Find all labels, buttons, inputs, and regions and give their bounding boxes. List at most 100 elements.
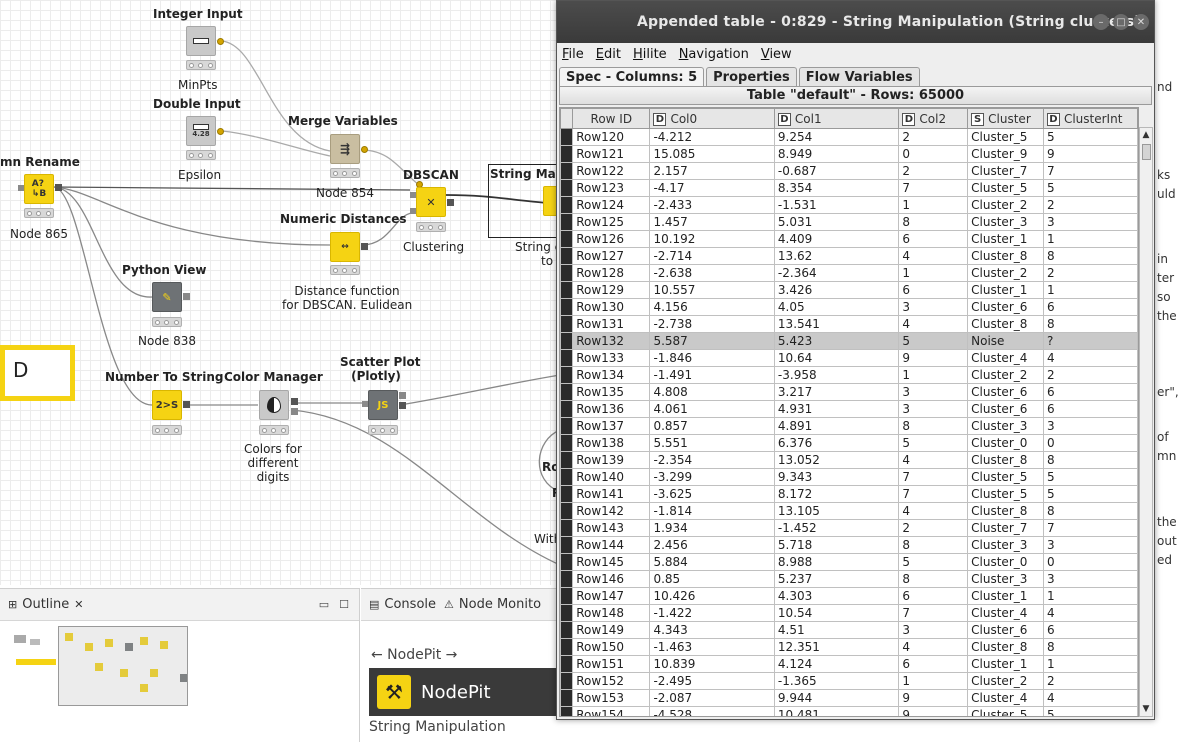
table-cell[interactable]: 4 bbox=[898, 451, 969, 469]
table-row[interactable]: Row129 10.557 3.426 6 Cluster_1 1 bbox=[560, 281, 1138, 299]
table-cell[interactable]: 2.157 bbox=[649, 162, 775, 180]
table-cell[interactable]: 13.62 bbox=[773, 247, 900, 265]
table-cell[interactable]: Cluster_3 bbox=[967, 417, 1044, 435]
table-cell[interactable]: 0 bbox=[1042, 553, 1138, 571]
table-cell[interactable]: 5 bbox=[1042, 128, 1138, 146]
scroll-up-icon[interactable]: ▲ bbox=[1140, 128, 1152, 142]
table-cell[interactable]: 4.124 bbox=[773, 655, 900, 673]
table-row[interactable]: Row128 -2.638 -2.364 1 Cluster_2 2 bbox=[560, 264, 1138, 282]
python-view-node[interactable]: ✎ bbox=[152, 282, 182, 312]
table-cell[interactable]: -1.814 bbox=[649, 502, 775, 520]
table-cell[interactable]: 8 bbox=[898, 417, 969, 435]
table-cell[interactable]: 10.557 bbox=[649, 281, 775, 299]
table-cell[interactable]: -3.299 bbox=[649, 468, 775, 486]
nodepit-navigation[interactable]: ← NodePit → bbox=[371, 647, 457, 663]
table-cell[interactable]: 2 bbox=[1042, 196, 1138, 214]
table-row[interactable]: Row150 -1.463 12.351 4 Cluster_8 8 bbox=[560, 638, 1138, 656]
table-cell[interactable]: 5 bbox=[1042, 179, 1138, 197]
table-row[interactable]: Row154 -4.528 10.481 9 Cluster_5 5 bbox=[560, 706, 1138, 716]
dbscan-node[interactable]: ✕ bbox=[416, 187, 446, 217]
table-cell[interactable]: -2.638 bbox=[649, 264, 775, 282]
table-cell[interactable]: Cluster_6 bbox=[967, 400, 1044, 418]
row-id-cell[interactable]: Row131 bbox=[572, 315, 651, 333]
variable-port[interactable] bbox=[217, 38, 224, 45]
table-cell[interactable]: 4.409 bbox=[773, 230, 900, 248]
table-cell[interactable]: Cluster_0 bbox=[967, 553, 1044, 571]
table-cell[interactable]: Cluster_5 bbox=[967, 179, 1044, 197]
output-port[interactable] bbox=[361, 243, 368, 250]
table-cell[interactable]: 3 bbox=[1042, 570, 1138, 588]
table-cell[interactable]: 9.343 bbox=[773, 468, 900, 486]
maximize-icon[interactable]: □ bbox=[1113, 14, 1129, 30]
table-cell[interactable]: Cluster_4 bbox=[967, 349, 1044, 367]
output-port[interactable] bbox=[399, 392, 406, 399]
table-cell[interactable]: 4 bbox=[1042, 349, 1138, 367]
numeric-distances-node[interactable]: ↔ bbox=[330, 232, 360, 262]
row-id-cell[interactable]: Row124 bbox=[572, 196, 651, 214]
table-cell[interactable]: Cluster_2 bbox=[967, 196, 1044, 214]
number-to-string-node[interactable]: 2>S bbox=[152, 390, 182, 420]
table-cell[interactable]: -4.17 bbox=[649, 179, 775, 197]
row-id-cell[interactable]: Row129 bbox=[572, 281, 651, 299]
table-cell[interactable]: -3.625 bbox=[649, 485, 775, 503]
tab-properties[interactable]: Properties bbox=[706, 67, 797, 87]
table-cell[interactable]: 2.456 bbox=[649, 536, 775, 554]
row-id-cell[interactable]: Row154 bbox=[572, 706, 651, 716]
row-id-cell[interactable]: Row144 bbox=[572, 536, 651, 554]
table-row[interactable]: Row149 4.343 4.51 3 Cluster_6 6 bbox=[560, 621, 1138, 639]
table-cell[interactable]: 8.354 bbox=[773, 179, 900, 197]
table-cell[interactable]: Cluster_1 bbox=[967, 281, 1044, 299]
row-id-cell[interactable]: Row152 bbox=[572, 672, 651, 690]
table-cell[interactable]: Cluster_7 bbox=[967, 519, 1044, 537]
table-row[interactable]: Row130 4.156 4.05 3 Cluster_6 6 bbox=[560, 298, 1138, 316]
table-row[interactable]: Row147 10.426 4.303 6 Cluster_1 1 bbox=[560, 587, 1138, 605]
row-id-cell[interactable]: Row142 bbox=[572, 502, 651, 520]
table-cell[interactable]: 3.217 bbox=[773, 383, 900, 401]
table-cell[interactable]: 13.541 bbox=[773, 315, 900, 333]
table-cell[interactable]: 5 bbox=[1042, 485, 1138, 503]
close-icon[interactable]: ✕ bbox=[1133, 14, 1149, 30]
table-cell[interactable]: 5.031 bbox=[773, 213, 900, 231]
table-cell[interactable]: -4.212 bbox=[649, 128, 775, 146]
row-id-cell[interactable]: Row136 bbox=[572, 400, 651, 418]
table-cell[interactable]: 8 bbox=[898, 213, 969, 231]
row-id-cell[interactable]: Row146 bbox=[572, 570, 651, 588]
table-cell[interactable]: 2 bbox=[1042, 672, 1138, 690]
table-cell[interactable]: 9 bbox=[898, 706, 969, 716]
minimize-icon[interactable]: ▭ bbox=[319, 598, 329, 611]
table-cell[interactable]: 9.254 bbox=[773, 128, 900, 146]
table-cell[interactable]: 4.343 bbox=[649, 621, 775, 639]
row-id-cell[interactable]: Row120 bbox=[572, 128, 651, 146]
table-cell[interactable]: 5 bbox=[898, 553, 969, 571]
output-port[interactable] bbox=[183, 293, 190, 300]
table-cell[interactable]: 5 bbox=[1042, 468, 1138, 486]
variable-port[interactable] bbox=[361, 146, 368, 153]
table-cell[interactable]: 9 bbox=[898, 689, 969, 707]
table-cell[interactable]: 0 bbox=[898, 145, 969, 163]
table-cell[interactable]: 4.061 bbox=[649, 400, 775, 418]
column-header[interactable]: D ClusterInt bbox=[1042, 108, 1138, 129]
table-cell[interactable]: 3 bbox=[1042, 536, 1138, 554]
table-cell[interactable]: Cluster_5 bbox=[967, 468, 1044, 486]
menu-item[interactable]: Edit bbox=[596, 47, 621, 62]
row-id-cell[interactable]: Row132 bbox=[572, 332, 651, 350]
output-port[interactable] bbox=[399, 402, 406, 409]
table-cell[interactable]: 1 bbox=[1042, 281, 1138, 299]
input-port[interactable] bbox=[410, 192, 416, 198]
table-cell[interactable]: 3.426 bbox=[773, 281, 900, 299]
double-input-node[interactable]: 4.28 bbox=[186, 116, 216, 146]
table-cell[interactable]: Cluster_1 bbox=[967, 587, 1044, 605]
table-cell[interactable]: 5.237 bbox=[773, 570, 900, 588]
row-id-cell[interactable]: Row133 bbox=[572, 349, 651, 367]
menu-item[interactable]: Hilite bbox=[633, 47, 667, 62]
table-cell[interactable]: -2.354 bbox=[649, 451, 775, 469]
table-cell[interactable]: 0.857 bbox=[649, 417, 775, 435]
table-cell[interactable]: Cluster_5 bbox=[967, 128, 1044, 146]
table-cell[interactable]: 7 bbox=[1042, 162, 1138, 180]
table-cell[interactable]: -2.433 bbox=[649, 196, 775, 214]
table-cell[interactable]: 3 bbox=[898, 400, 969, 418]
table-row[interactable]: Row131 -2.738 13.541 4 Cluster_8 8 bbox=[560, 315, 1138, 333]
table-cell[interactable]: 4.05 bbox=[773, 298, 900, 316]
table-cell[interactable]: Cluster_8 bbox=[967, 502, 1044, 520]
column-header[interactable]: D Col0 bbox=[649, 108, 775, 129]
